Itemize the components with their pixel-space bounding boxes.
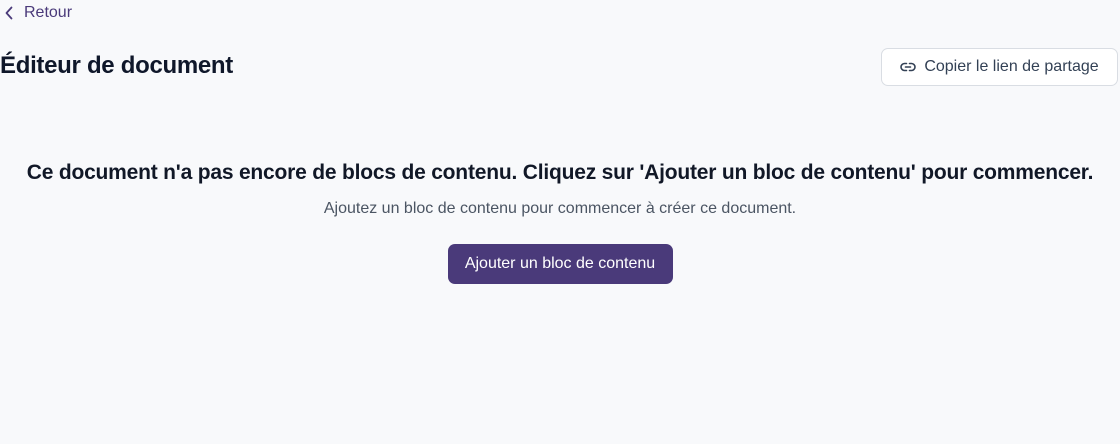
empty-state-title: Ce document n'a pas encore de blocs de c…: [26, 161, 1094, 184]
back-link[interactable]: Retour: [4, 2, 72, 24]
empty-state-subtitle: Ajoutez un bloc de contenu pour commence…: [323, 200, 797, 217]
chevron-left-icon: [4, 6, 14, 20]
add-content-block-button[interactable]: Ajouter un bloc de contenu: [447, 244, 673, 284]
back-link-label: Retour: [24, 4, 73, 21]
copy-share-link-label: Copier le lien de partage: [924, 58, 1099, 75]
page-title: Éditeur de document: [0, 52, 233, 79]
link-icon: [900, 59, 917, 75]
empty-state: Ce document n'a pas encore de blocs de c…: [0, 158, 1120, 284]
copy-share-link-button[interactable]: Copier le lien de partage: [881, 48, 1118, 86]
